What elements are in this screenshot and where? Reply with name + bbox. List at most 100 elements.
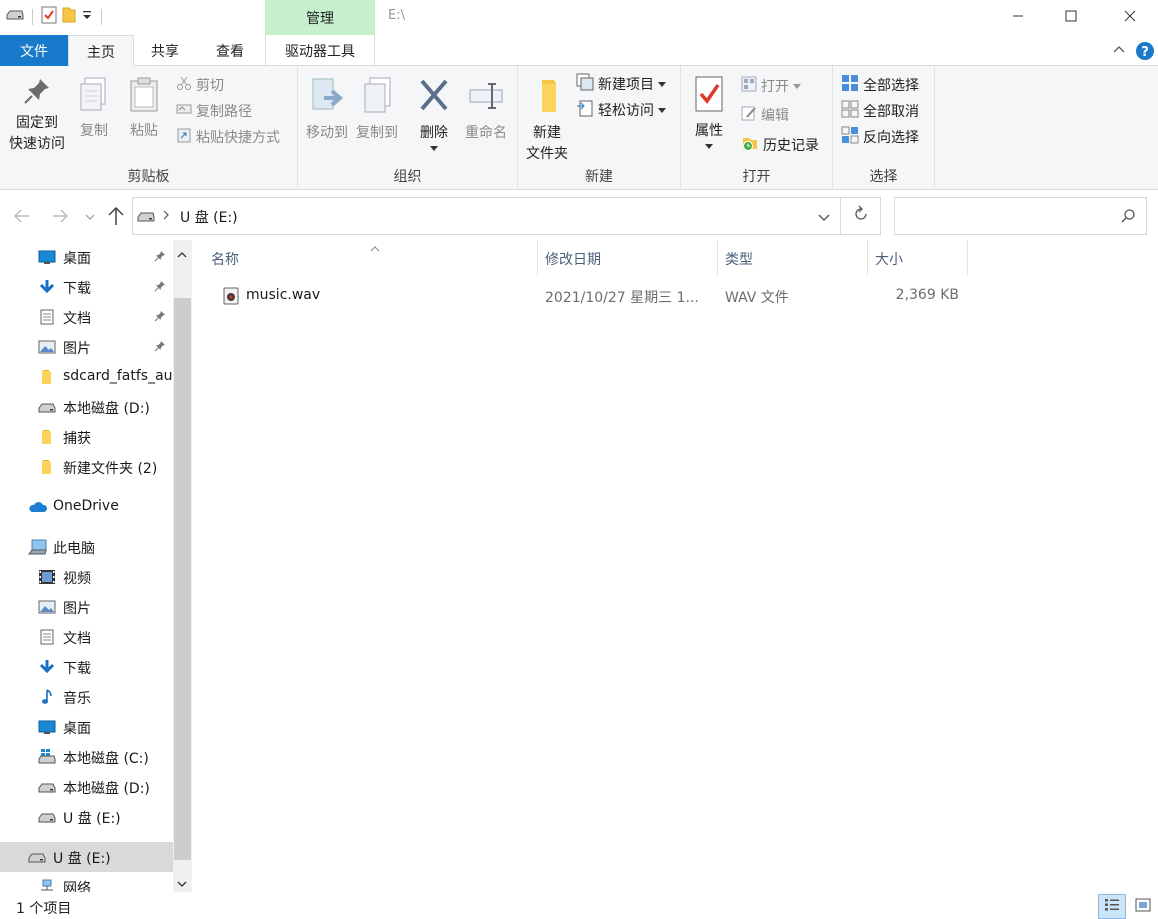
- forward-arrow-icon[interactable]: [50, 206, 70, 230]
- properties-icon[interactable]: [41, 6, 57, 28]
- easy-access-button[interactable]: 轻松访问: [576, 99, 666, 121]
- nav-item[interactable]: 图片: [0, 332, 173, 362]
- new-folder-label-1: 新建: [533, 125, 561, 141]
- nav-item-label: 视频: [63, 571, 91, 587]
- window-title: E:\: [388, 8, 405, 23]
- breadcrumb-current[interactable]: U 盘 (E:): [180, 207, 238, 227]
- close-button[interactable]: [1102, 0, 1158, 32]
- pin-icon[interactable]: [154, 310, 166, 326]
- pin-icon[interactable]: [154, 250, 166, 266]
- scroll-up-icon[interactable]: [176, 248, 188, 264]
- tab-home[interactable]: 主页: [68, 35, 134, 67]
- minimize-button[interactable]: [990, 0, 1046, 32]
- column-header-name[interactable]: 名称: [211, 240, 538, 276]
- invert-selection-button[interactable]: 反向选择: [841, 126, 919, 148]
- nav-item[interactable]: 文档: [0, 622, 173, 652]
- move-to-button[interactable]: 移动到: [302, 76, 352, 144]
- breadcrumb-separator-icon[interactable]: [161, 208, 171, 226]
- nav-item[interactable]: 音乐: [0, 682, 173, 712]
- new-folder-label-2: 文件夹: [526, 146, 568, 162]
- nav-item[interactable]: OneDrive: [0, 492, 173, 522]
- history-button[interactable]: 历史记录: [741, 134, 819, 156]
- scroll-down-icon[interactable]: [176, 877, 188, 892]
- nav-item[interactable]: sdcard_fatfs_au: [0, 362, 173, 392]
- nav-item[interactable]: 桌面: [0, 242, 173, 272]
- drive-icon[interactable]: [6, 9, 24, 25]
- folder-icon: [530, 76, 564, 123]
- file-size: 2,369 KB: [895, 287, 959, 303]
- open-button[interactable]: 打开: [741, 76, 801, 96]
- properties-button[interactable]: 属性: [687, 74, 731, 150]
- collapse-ribbon-icon[interactable]: [1112, 42, 1126, 60]
- search-input[interactable]: [894, 197, 1147, 235]
- help-icon[interactable]: ?: [1135, 41, 1155, 65]
- nav-item[interactable]: 视频: [0, 562, 173, 592]
- maximize-button[interactable]: [1043, 0, 1099, 32]
- invert-selection-icon: [841, 126, 859, 148]
- delete-icon: [417, 76, 451, 123]
- picture-icon: [38, 339, 56, 355]
- download-icon: [38, 279, 56, 295]
- nav-item[interactable]: 文档: [0, 302, 173, 332]
- nav-item[interactable]: 捕获: [0, 422, 173, 452]
- copy-button[interactable]: 复制: [72, 76, 116, 142]
- select-none-label: 全部取消: [863, 104, 919, 120]
- table-row[interactable]: music.wav 2021/10/27 星期三 1... WAV 文件 2,3…: [211, 282, 971, 310]
- nav-item[interactable]: U 盘 (E:): [0, 842, 173, 872]
- cut-button[interactable]: 剪切: [176, 75, 224, 95]
- search-icon[interactable]: [1120, 208, 1136, 228]
- nav-item[interactable]: 网络: [0, 872, 173, 892]
- select-all-label: 全部选择: [863, 78, 919, 94]
- tab-drive-tools[interactable]: 驱动器工具: [265, 35, 375, 66]
- column-header-type[interactable]: 类型: [718, 240, 868, 276]
- nav-item[interactable]: U 盘 (E:): [0, 802, 173, 832]
- nav-item-label: 本地磁盘 (C:): [63, 751, 149, 767]
- column-header-date[interactable]: 修改日期: [538, 240, 718, 276]
- nav-item[interactable]: 本地磁盘 (D:): [0, 772, 173, 802]
- pin-quick-access-button[interactable]: 固定到 快速访问: [6, 76, 68, 155]
- nav-item[interactable]: 本地磁盘 (C:): [0, 742, 173, 772]
- new-folder-icon[interactable]: [61, 6, 77, 28]
- copy-to-button[interactable]: 复制到: [352, 76, 402, 144]
- edit-icon: [741, 105, 757, 125]
- recent-locations-icon[interactable]: [84, 210, 96, 226]
- nav-item[interactable]: 本地磁盘 (D:): [0, 392, 173, 422]
- rename-button[interactable]: 重命名: [458, 76, 514, 144]
- nav-item[interactable]: 下载: [0, 652, 173, 682]
- nav-item-label: 新建文件夹 (2): [63, 461, 158, 477]
- pin-icon[interactable]: [154, 280, 166, 296]
- nav-item[interactable]: 此电脑: [0, 532, 173, 562]
- large-icons-view-button[interactable]: [1130, 894, 1156, 919]
- select-all-button[interactable]: 全部选择: [841, 74, 919, 96]
- new-folder-button[interactable]: 新建 文件夹: [522, 76, 572, 165]
- tab-file[interactable]: 文件: [0, 35, 68, 66]
- pin-icon[interactable]: [154, 340, 166, 356]
- chevron-down-icon[interactable]: [81, 8, 93, 26]
- select-none-button[interactable]: 全部取消: [841, 100, 919, 122]
- details-view-button[interactable]: [1098, 894, 1126, 919]
- group-organize: 移动到 复制到 删除 重命名 组织: [298, 66, 518, 190]
- nav-scrollbar-thumb[interactable]: [174, 298, 191, 860]
- nav-item-label: 下载: [63, 661, 91, 677]
- copy-path-button[interactable]: 复制路径: [176, 101, 252, 121]
- tab-share[interactable]: 共享: [136, 35, 194, 66]
- delete-button[interactable]: 删除: [412, 76, 456, 152]
- nav-item[interactable]: 下载: [0, 272, 173, 302]
- address-dropdown-icon[interactable]: [817, 211, 831, 227]
- properties-label: 属性: [695, 123, 723, 139]
- edit-button[interactable]: 编辑: [741, 105, 789, 125]
- tab-view[interactable]: 查看: [200, 35, 260, 66]
- paste-shortcut-button[interactable]: 粘贴快捷方式: [176, 127, 280, 147]
- nav-item[interactable]: 新建文件夹 (2): [0, 452, 173, 482]
- nav-item-label: U 盘 (E:): [63, 811, 121, 827]
- nav-item[interactable]: 图片: [0, 592, 173, 622]
- address-bar[interactable]: U 盘 (E:): [132, 197, 841, 235]
- column-header-size[interactable]: 大小: [868, 240, 968, 276]
- paste-button[interactable]: 粘贴: [122, 76, 166, 142]
- back-arrow-icon[interactable]: [12, 206, 32, 230]
- new-item-button[interactable]: 新建项目: [576, 73, 666, 95]
- refresh-button[interactable]: [841, 197, 881, 235]
- nav-item[interactable]: 桌面: [0, 712, 173, 742]
- pin-label-1: 固定到: [16, 115, 58, 131]
- up-arrow-icon[interactable]: [106, 205, 126, 231]
